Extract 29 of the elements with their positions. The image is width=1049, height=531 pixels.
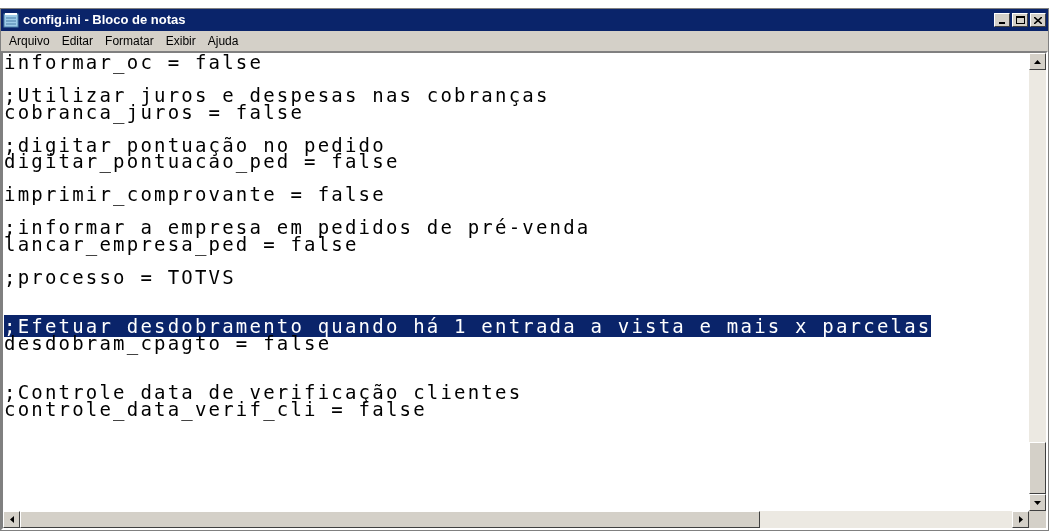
minimize-button[interactable] bbox=[994, 13, 1010, 27]
notepad-icon bbox=[3, 12, 19, 28]
menu-item[interactable]: Arquivo bbox=[3, 32, 56, 50]
text-line: imprimir_comprovante = false bbox=[4, 183, 386, 205]
scroll-left-button[interactable] bbox=[3, 511, 20, 528]
size-grip[interactable] bbox=[1029, 511, 1046, 528]
minimize-icon bbox=[999, 22, 1005, 24]
window-title: config.ini - Bloco de notas bbox=[23, 11, 187, 30]
right-arrow-icon bbox=[1018, 516, 1023, 523]
scroll-right-button[interactable] bbox=[1012, 511, 1029, 528]
left-arrow-icon bbox=[9, 516, 14, 523]
scroll-thumb[interactable] bbox=[20, 511, 760, 528]
text-line: informar_oc = false bbox=[4, 53, 264, 73]
vertical-scrollbar[interactable] bbox=[1029, 53, 1046, 511]
horizontal-scrollbar[interactable] bbox=[3, 511, 1029, 528]
text-line: ;processo = TOTVS bbox=[4, 265, 236, 288]
scroll-thumb[interactable] bbox=[1029, 442, 1046, 494]
menu-item[interactable]: Exibir bbox=[159, 32, 202, 50]
maximize-icon bbox=[1015, 16, 1025, 24]
up-arrow-icon bbox=[1034, 59, 1041, 64]
menu-item[interactable]: Editar bbox=[55, 32, 100, 50]
maximize-button[interactable] bbox=[1012, 13, 1028, 27]
down-arrow-icon bbox=[1034, 500, 1041, 505]
menu-item[interactable]: Ajuda bbox=[201, 32, 245, 50]
menu-item[interactable]: Formatar bbox=[99, 32, 160, 50]
scroll-up-button[interactable] bbox=[1029, 53, 1046, 70]
close-icon bbox=[1034, 16, 1042, 24]
scroll-down-button[interactable] bbox=[1029, 494, 1046, 511]
close-button[interactable] bbox=[1030, 13, 1046, 27]
